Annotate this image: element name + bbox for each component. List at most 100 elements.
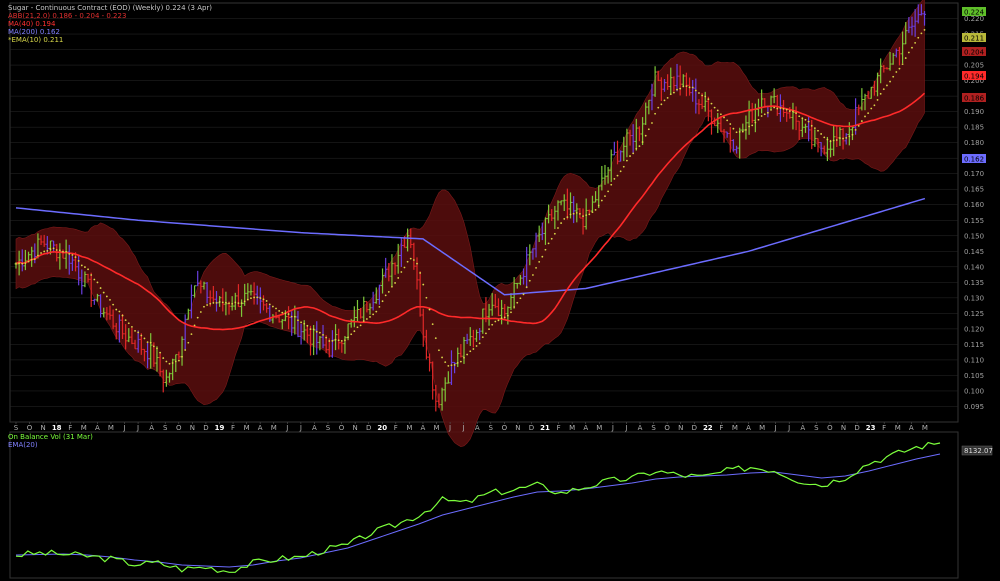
ema10-dot bbox=[579, 212, 581, 215]
ema10-dot bbox=[256, 296, 259, 299]
ema10-dot bbox=[481, 336, 484, 338]
ema10-dot bbox=[475, 345, 478, 347]
ema10-dot bbox=[600, 199, 603, 202]
x-tick-label: S bbox=[489, 424, 494, 432]
y-tick-label: 0.120 bbox=[964, 325, 984, 333]
x-tick-label: M bbox=[596, 424, 602, 432]
value-tag-label: 0.224 bbox=[964, 9, 985, 17]
ema10-dot bbox=[882, 88, 885, 91]
ema10-dot bbox=[21, 262, 24, 265]
ema10-dot bbox=[174, 360, 177, 363]
ema10-dot bbox=[127, 322, 130, 325]
ema10-dot bbox=[751, 124, 754, 127]
ema10-dot bbox=[491, 323, 494, 326]
ema10-dot bbox=[231, 302, 234, 305]
ema10-dot bbox=[575, 212, 578, 214]
x-tick-label: M bbox=[922, 424, 928, 432]
ema10-dot bbox=[898, 67, 901, 70]
y-tick-label: 0.205 bbox=[964, 62, 984, 70]
ema10-dot bbox=[297, 319, 299, 322]
ema10-dot bbox=[466, 353, 469, 356]
legend-main: Sugar - Continuous Contract (EOD) (Weekl… bbox=[8, 4, 212, 44]
ema10-dot bbox=[218, 301, 221, 303]
ema10-dot bbox=[221, 301, 224, 304]
ema10-dot bbox=[149, 341, 152, 344]
ema10-dot bbox=[810, 124, 813, 127]
ema10-dot bbox=[848, 135, 851, 138]
ema10-dot bbox=[682, 85, 685, 88]
ema10-dot bbox=[165, 360, 168, 363]
ema10-dot bbox=[121, 314, 124, 317]
value-tag-label: 0.186 bbox=[964, 95, 985, 103]
ema10-dot bbox=[124, 319, 127, 322]
ema10-dot bbox=[168, 362, 171, 365]
ema10-dot bbox=[365, 318, 368, 320]
ema10-dot bbox=[102, 291, 105, 294]
ema10-dot bbox=[572, 212, 575, 215]
ema10-dot bbox=[782, 107, 785, 110]
y-tick-label: 0.105 bbox=[964, 372, 984, 380]
ema10-dot bbox=[550, 237, 553, 240]
y-tick-label: 0.130 bbox=[964, 294, 984, 302]
ema10-dot bbox=[876, 99, 879, 101]
ema10-dot bbox=[397, 277, 400, 279]
ema10-dot bbox=[428, 308, 431, 311]
ema10-dot bbox=[525, 286, 528, 289]
ema10-dot bbox=[84, 266, 86, 268]
ema10-dot bbox=[463, 356, 465, 359]
ema10-dot bbox=[591, 211, 594, 214]
y-tick-label: 0.140 bbox=[964, 263, 984, 271]
x-tick-label: O bbox=[176, 424, 182, 432]
ema10-dot bbox=[105, 295, 108, 298]
ema10-dot bbox=[716, 109, 719, 112]
ema10-dot bbox=[234, 301, 237, 304]
ema10-dot bbox=[284, 312, 287, 315]
ema10-dot bbox=[616, 174, 619, 177]
ema10-dot bbox=[560, 222, 563, 224]
ema10-dot bbox=[901, 63, 904, 66]
ema10-dot bbox=[80, 264, 83, 267]
y-tick-label: 0.160 bbox=[964, 201, 984, 209]
x-tick-label: M bbox=[81, 424, 87, 432]
ema10-dot bbox=[895, 71, 898, 73]
ema10-dot bbox=[431, 323, 434, 326]
ema10-dot bbox=[842, 137, 844, 140]
x-tick-label: 18 bbox=[52, 424, 62, 432]
x-tick-label: J bbox=[611, 424, 614, 432]
x-tick-label: J bbox=[787, 424, 790, 432]
x-tick-label: A bbox=[475, 424, 480, 432]
x-tick-label: 20 bbox=[377, 424, 387, 432]
ema10-dot bbox=[199, 311, 202, 313]
ema10-dot bbox=[206, 304, 209, 306]
ema10-dot bbox=[735, 131, 738, 134]
ema10-dot bbox=[243, 300, 246, 303]
ema10-dot bbox=[143, 337, 146, 340]
ema10-dot bbox=[719, 113, 722, 116]
ema10-dot bbox=[43, 250, 46, 253]
ema10-dot bbox=[184, 349, 187, 351]
ema10-dot bbox=[557, 227, 559, 229]
ema10-dot bbox=[669, 93, 672, 96]
y-tick-label: 0.190 bbox=[964, 108, 984, 116]
ema10-dot bbox=[544, 248, 547, 251]
ema10-dot bbox=[873, 104, 876, 107]
y-tick-label: 0.125 bbox=[964, 310, 984, 318]
ema10-dot bbox=[513, 306, 516, 308]
x-tick-label: M bbox=[732, 424, 738, 432]
ema10-dot bbox=[131, 326, 133, 328]
ema10-dot bbox=[115, 308, 118, 311]
ema10-dot bbox=[804, 118, 807, 121]
x-tick-label: D bbox=[854, 424, 859, 432]
y-tick-label: 0.110 bbox=[964, 356, 984, 364]
x-tick-label: 21 bbox=[540, 424, 550, 432]
ema10-dot bbox=[763, 113, 766, 116]
ema10-dot bbox=[74, 256, 77, 259]
y-tick-label: 0.145 bbox=[964, 248, 984, 256]
ema10-dot bbox=[566, 216, 569, 219]
value-tag-label: 0.204 bbox=[964, 49, 985, 57]
ema10-dot bbox=[704, 95, 707, 98]
ema10-dot bbox=[33, 258, 36, 261]
x-tick-label: F bbox=[557, 424, 561, 432]
ema10-dot bbox=[187, 341, 190, 344]
ema10-dot bbox=[356, 326, 359, 329]
